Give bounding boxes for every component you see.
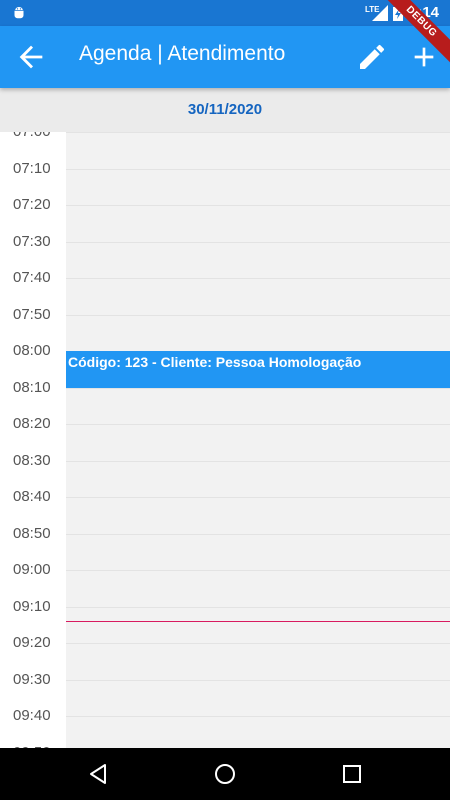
slot-divider — [66, 387, 450, 389]
slot-divider — [66, 679, 450, 681]
selected-date[interactable]: 30/11/2020 — [188, 101, 262, 118]
nav-back-icon[interactable] — [86, 762, 110, 786]
time-slot-label: 07:20 — [13, 196, 51, 213]
time-slot-label: 08:50 — [13, 524, 51, 542]
time-slot-label: 08:30 — [13, 451, 51, 469]
time-slot-label: 08:10 — [13, 378, 51, 396]
time-slot-label: 09:20 — [13, 634, 51, 651]
page-title: Agenda | Atendimento — [79, 42, 286, 65]
time-slot-label: 07:50 — [13, 305, 51, 323]
time-slot-label: 07:00 — [13, 132, 63, 140]
nav-home-icon[interactable] — [213, 762, 237, 786]
system-nav-bar — [0, 748, 450, 800]
schedule-timeline[interactable]: 07:00 07:10 07:20 07:30 07:40 07:50 08:00 08:10… — [0, 132, 450, 748]
status-bar: LTE 9:14 — [0, 0, 450, 26]
slot-divider — [66, 497, 450, 498]
time-slot-label: 09:10 — [13, 597, 51, 615]
slot-divider — [66, 716, 450, 717]
time-column: 07:00 07:10 07:20 07:30 07:40 07:50 08:00 08:10… — [0, 132, 65, 748]
time-slot-label: 09:40 — [13, 707, 51, 724]
time-slot-label: 07:40 — [13, 269, 51, 286]
pencil-icon[interactable] — [356, 41, 388, 73]
slot-divider — [66, 533, 450, 535]
time-slot-label: 09:00 — [13, 561, 51, 578]
nav-recents-icon[interactable] — [340, 762, 364, 786]
slot-divider — [66, 570, 450, 571]
slot-divider — [66, 424, 450, 425]
slot-divider — [66, 314, 450, 316]
appointment-event[interactable]: Código: 123 - Cliente: Pessoa Homologaçã… — [66, 351, 450, 388]
time-slot-label: 07:30 — [13, 232, 51, 250]
app-bar: Agenda | Atendimento — [0, 26, 450, 88]
android-icon — [14, 7, 24, 19]
slot-divider — [66, 460, 450, 462]
slot-divider — [66, 643, 450, 644]
slot-divider — [66, 606, 450, 608]
time-slot-label: 08:20 — [13, 415, 51, 432]
signal-icon — [372, 5, 388, 21]
time-slot-label: 09:30 — [13, 670, 51, 688]
time-slot-label: 08:40 — [13, 488, 51, 505]
current-time-indicator — [66, 621, 450, 623]
time-slot-label: 08:00 — [13, 342, 51, 359]
slot-divider — [66, 241, 450, 243]
events-area[interactable]: Código: 123 - Cliente: Pessoa Homologaçã… — [66, 132, 450, 748]
slot-divider — [66, 132, 450, 133]
arrow-back-icon[interactable] — [14, 40, 48, 74]
slot-divider — [66, 205, 450, 206]
slot-divider — [66, 278, 450, 279]
slot-divider — [66, 168, 450, 170]
time-slot-label: 07:10 — [13, 159, 51, 177]
date-header: 30/11/2020 — [0, 88, 450, 132]
